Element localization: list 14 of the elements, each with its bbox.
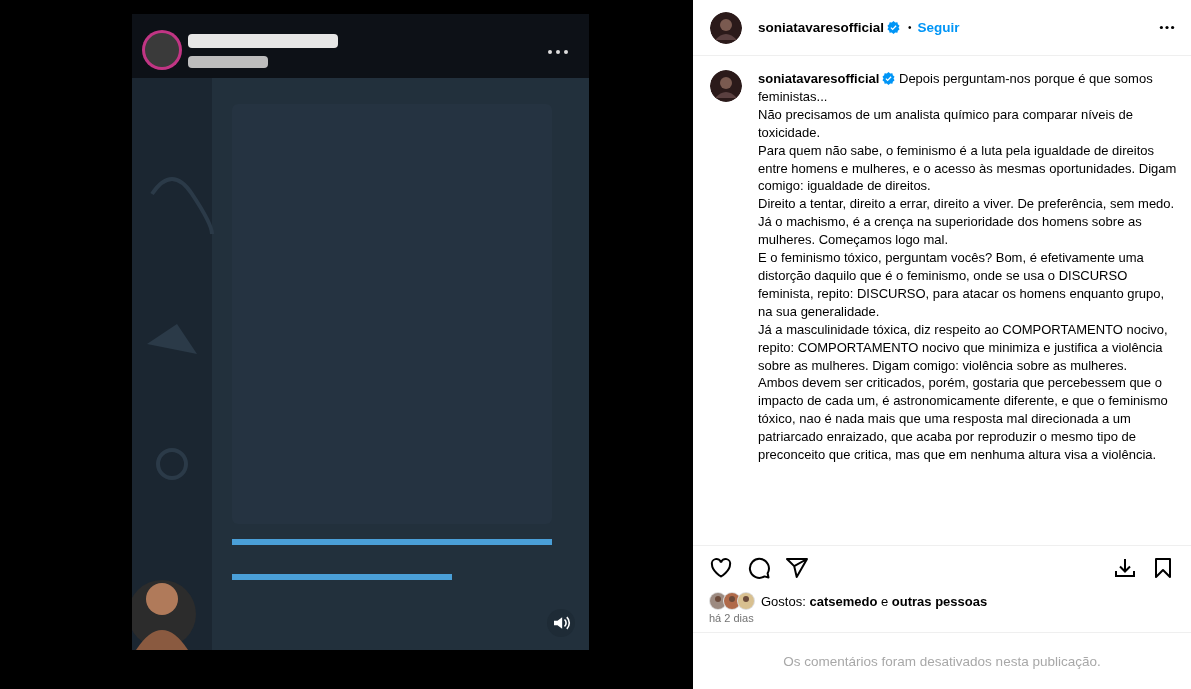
caption-paragraph: Não precisamos de um analista químico para comparar níveis de toxicidade. <box>758 105 1134 142</box>
username-link[interactable]: soniatavaresofficial <box>758 20 885 35</box>
caption-paragraph: soniatavaresofficial Depois perguntam-nos porque é que somos feministas... <box>758 70 1154 106</box>
likes-text: Gostos: catsemedo e outras pessoas <box>761 593 988 609</box>
caption-paragraph: Já a masculinidade tóxica, diz respeito ao COMPORTAMENTO nocivo, repito: COMPORTAMENTO nocivo que minimiza e justifica a violência sobre as mulheres. Digam comigo: violência sobre as mulheres. <box>758 320 1169 375</box>
separator-dot: • <box>908 22 912 33</box>
caption-paragraph: Direito a tentar, direito a errar, direito a viver. De preferência, sem medo. <box>758 195 1176 214</box>
username-link[interactable]: soniatavaresofficial <box>758 71 880 86</box>
comments-disabled-notice: Os comentários foram desativados nesta publicação. <box>783 653 1101 669</box>
caption-paragraph: Para quem não sabe, o feminismo é a luta pela igualdade de direitos entre homens e mulheres, e o acesso às mesmas oportunidades. Digam comigo: igualdade de direitos. <box>758 141 1178 196</box>
caption-paragraph: E o feminismo tóxico, perguntam vocês? Bom, é efetivamente uma distorção daquilo que é o feminismo, onde se usa o DISCURSO feminista, repito: DISCURSO, para atacar os homens enquanto grupo, na sua generalidade. <box>758 249 1166 321</box>
caption-paragraph: Ambos devem ser criticados, porém, gostaria que percebessem que o impacto de cada um, é astronomicamente diferente, e que o feminismo tóxico, nao é nada mais que uma resposta mal direcionada a um patriarcado enraizado, que acaba por reproduzir o mesmo tipo de preconceito que critica, mas que em nenhuma altura visa a violência. <box>758 374 1169 464</box>
caption-paragraph: Já o machismo, é a crença na superioridade dos homens sobre as mulheres. Começamos logo mal. <box>758 213 1143 250</box>
post-date: há 2 dias <box>708 612 755 626</box>
